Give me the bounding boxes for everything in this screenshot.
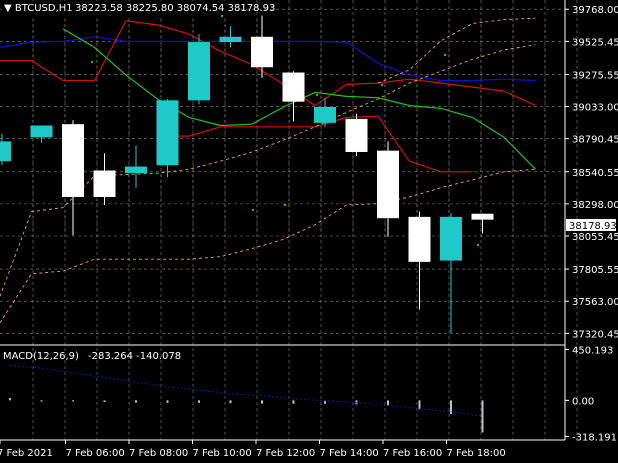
price-tick-label: 39275.55 bbox=[572, 70, 618, 81]
signal-dot bbox=[380, 83, 384, 87]
indicator-line-red_lower bbox=[157, 115, 473, 173]
current-price-label: 38178.93 bbox=[569, 221, 617, 232]
signal-dot bbox=[251, 208, 255, 212]
time-tick-label: 7 Feb 06:00 bbox=[66, 448, 125, 459]
price-tick-label: 38540.55 bbox=[572, 168, 618, 179]
chart-canvas: 39768.00 39525.45 39275.55 39033.00 38790.45… bbox=[0, 0, 618, 459]
axes: 39768.00 39525.45 39275.55 39033.00 38790.45… bbox=[0, 0, 618, 459]
signal-dot bbox=[315, 93, 319, 97]
price-tick-label: 38790.45 bbox=[572, 135, 618, 146]
candle-body bbox=[125, 166, 147, 174]
candle-body bbox=[219, 36, 242, 43]
candle-body bbox=[314, 106, 336, 123]
price-tick-label: 39525.45 bbox=[572, 37, 618, 48]
price-tick-label: 38298.00 bbox=[572, 200, 618, 211]
time-tick-label: 7 Feb 14:00 bbox=[320, 448, 379, 459]
candle-body bbox=[188, 42, 210, 101]
grid bbox=[0, 0, 578, 440]
header-ohlc: 38223.58 38225.80 38074.54 38178.93 bbox=[75, 3, 275, 14]
signal-dot bbox=[476, 243, 480, 247]
candle-body bbox=[471, 213, 494, 220]
macd-signal-line bbox=[9, 364, 483, 417]
macd-label: MACD(12,26,9) bbox=[3, 351, 79, 362]
candle-body bbox=[440, 216, 462, 261]
signal-dot bbox=[443, 53, 447, 57]
macd-tick-label: -318.191 bbox=[572, 432, 617, 443]
candle-body bbox=[251, 36, 273, 68]
time-tick-label: 7 Feb 08:00 bbox=[129, 448, 188, 459]
indicator-line-env_upper bbox=[377, 17, 536, 84]
price-tick-label: 37805.55 bbox=[572, 265, 618, 276]
candle-body bbox=[93, 170, 116, 197]
candle-body bbox=[282, 72, 305, 102]
candle-body bbox=[156, 100, 179, 166]
time-tick-label: 7 Feb 16:00 bbox=[383, 448, 442, 459]
time-tick-label: 7 Feb 10:00 bbox=[193, 448, 252, 459]
macd-values: -283.264 -140.078 bbox=[88, 351, 181, 362]
time-tick-label: 7 Feb 18:00 bbox=[447, 448, 506, 459]
macd-tick-label: 450.193 bbox=[572, 345, 613, 356]
macd-panel bbox=[9, 364, 484, 433]
signal-dot bbox=[283, 203, 287, 207]
period-separators bbox=[32, 20, 546, 240]
candle-body bbox=[62, 124, 84, 197]
price-tick-label: 39768.00 bbox=[572, 5, 618, 16]
macd-tick-label: 0.00 bbox=[572, 396, 594, 407]
signal-dot bbox=[220, 14, 224, 18]
time-tick-label: 7 Feb 12:00 bbox=[256, 448, 315, 459]
price-tick-label: 38055.45 bbox=[572, 232, 618, 243]
signal-dot bbox=[90, 60, 94, 64]
candle-body bbox=[0, 141, 11, 162]
candle-body bbox=[408, 216, 431, 262]
candle-body bbox=[30, 125, 53, 138]
header-symbol: ▼ BTCUSD,H1 bbox=[4, 3, 73, 14]
time-tick-label: 7 Feb 2021 bbox=[0, 448, 53, 459]
price-tick-label: 37563.00 bbox=[572, 297, 618, 308]
candle-body bbox=[377, 150, 399, 219]
price-tick-label: 39033.00 bbox=[572, 103, 618, 114]
candle-body bbox=[345, 118, 368, 152]
candles bbox=[0, 15, 494, 334]
price-tick-label: 37320.45 bbox=[572, 329, 618, 340]
